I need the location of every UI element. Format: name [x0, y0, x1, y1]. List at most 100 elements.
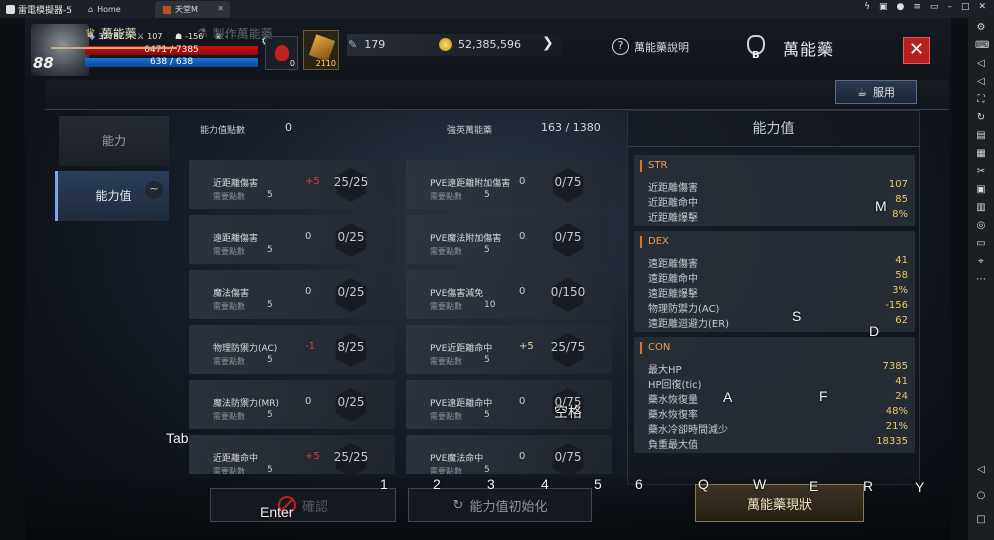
- stat-card[interactable]: PVE魔法附加傷害 需要點數 5 0 0/75: [406, 215, 612, 264]
- stat-card-req-label: 需要點數: [213, 192, 245, 201]
- stat-card[interactable]: 魔法傷害 需要點數 5 0 0/25: [189, 270, 395, 319]
- stat-value: 41: [895, 255, 908, 266]
- stat-card-req-label: 需要點數: [430, 467, 462, 474]
- stat-card[interactable]: 遠距離傷害 需要點數 5 0 0/25: [189, 215, 395, 264]
- elixir-help-button[interactable]: ? 萬能藥說明: [612, 38, 689, 55]
- tab-elixir[interactable]: ♛ 萬能藥: [51, 22, 177, 49]
- back-icon[interactable]: ◁: [975, 464, 987, 476]
- user-icon[interactable]: ●: [897, 2, 905, 12]
- stat-card-grid: 近距離傷害 需要點數 5 +5 25/25 PVE遠距離附加傷害 需要點數 5 0 0/75 遠距離…: [189, 160, 615, 474]
- key-hint-m: M: [875, 198, 887, 214]
- stat-label: 藥水恢復量: [648, 395, 698, 406]
- elixir-value: 163 / 1380: [541, 121, 601, 134]
- shake-icon[interactable]: ◎: [975, 220, 987, 232]
- tab-home[interactable]: ⌂ Home: [80, 1, 152, 18]
- stat-value: 62: [895, 315, 908, 326]
- confirm-button[interactable]: 確認: [210, 488, 396, 522]
- stat-card[interactable]: PVE傷害減免 需要點數 10 0 0/150: [406, 270, 612, 319]
- volume-down-icon[interactable]: ◁: [975, 76, 987, 88]
- sync-icon[interactable]: ▥: [975, 202, 987, 214]
- more-icon[interactable]: ⋯: [975, 274, 987, 286]
- stat-label: 近距離爆擊: [648, 213, 698, 224]
- stat-card-name: PVE遠距離命中: [430, 399, 493, 409]
- stat-value: 48%: [885, 406, 908, 417]
- stat-card-delta: 0: [519, 451, 526, 462]
- stat-card[interactable]: PVE遠距離附加傷害 需要點數 5 0 0/75: [406, 160, 612, 209]
- key-hint-4: 4: [541, 476, 549, 492]
- stat-row: 藥水恢復量 24: [648, 391, 908, 406]
- stat-row: 負重最大值 18335: [648, 436, 908, 451]
- stat-card-req-label: 需要點數: [213, 467, 245, 474]
- bolt-icon[interactable]: ϟ: [864, 2, 870, 12]
- key-hint-y: Y: [915, 479, 925, 495]
- location-icon[interactable]: ⌖: [975, 256, 987, 268]
- restore-icon[interactable]: ▭: [930, 2, 939, 12]
- category-ability[interactable]: 能力: [59, 116, 169, 166]
- minimize-icon[interactable]: –: [947, 2, 952, 12]
- stat-value: 3%: [892, 285, 908, 296]
- stat-row: 近距離爆擊 8%: [648, 209, 908, 224]
- use-elixir-button[interactable]: ☕ 服用: [835, 80, 917, 104]
- stat-card-req-label: 需要點數: [213, 247, 245, 256]
- points-value: 0: [285, 121, 292, 134]
- ability-panel: 能力值 STR 近距離傷害 107 近距離命中 85 近距離爆擊 8% DEX 遠距離傷害 41 遠…: [627, 110, 920, 485]
- tab-game[interactable]: 天堂M ✕: [155, 1, 230, 18]
- stat-group-header: CON: [640, 342, 670, 354]
- key-hint-d: D: [869, 323, 880, 339]
- chevron-right-icon[interactable]: ❯: [542, 35, 554, 51]
- apk-icon[interactable]: ▣: [975, 184, 987, 196]
- rotate-icon[interactable]: ↻: [975, 112, 987, 124]
- stat-card[interactable]: PVE魔法命中 需要點數 5 0 0/75: [406, 435, 612, 474]
- maximize-icon[interactable]: □: [961, 2, 970, 12]
- key-hint-f: F: [819, 388, 828, 404]
- close-button[interactable]: ✕: [903, 37, 930, 64]
- key-hint-e: E: [809, 478, 819, 494]
- stat-card[interactable]: 近距離傷害 需要點數 5 +5 25/25: [189, 160, 395, 209]
- settings-icon[interactable]: ⚙: [975, 22, 987, 34]
- folder-icon[interactable]: ▭: [975, 238, 987, 250]
- window-controls: ϟ ▣ ● ≡ ▭ – □ ✕: [864, 2, 986, 12]
- stat-card[interactable]: PVE近距離命中 需要點數 5 +5 25/75: [406, 325, 612, 374]
- stat-card-name: 近距離命中: [213, 454, 259, 464]
- feather-icon: ✎: [348, 38, 358, 51]
- character-level: 88: [33, 54, 54, 72]
- stat-card[interactable]: 物理防禦力(AC) 需要點數 5 -1 8/25: [189, 325, 395, 374]
- key-hint-space: 空格: [554, 404, 582, 420]
- reset-stats-button[interactable]: ↻ 能力值初始化: [408, 488, 592, 522]
- volume-up-icon[interactable]: ◁: [975, 58, 987, 70]
- stat-card-count: 0/150: [550, 285, 586, 299]
- gold-coin-icon: [439, 38, 452, 51]
- menu-icon[interactable]: ≡: [913, 2, 921, 12]
- key-hint-1: 1: [380, 476, 388, 492]
- category-stats[interactable]: 能力值 ~: [55, 171, 169, 221]
- key-hint-2: 2: [433, 476, 441, 492]
- stat-card[interactable]: 近距離命中 需要點數 5 +5 25/25: [189, 435, 395, 474]
- stat-card[interactable]: 魔法防禦力(MR) 需要點數 5 0 0/25: [189, 380, 395, 429]
- stat-card-count: 0/25: [337, 285, 365, 299]
- stat-card-req-value: 5: [484, 245, 490, 255]
- stat-card-name: PVE遠距離附加傷害: [430, 179, 511, 189]
- recents-icon[interactable]: □: [975, 514, 987, 526]
- gamepad-icon[interactable]: ▣: [879, 2, 888, 12]
- page-title: 萬能藥: [783, 40, 835, 59]
- stat-label: 藥水冷卻時間減少: [648, 425, 728, 436]
- home-nav-icon[interactable]: ○: [975, 490, 987, 502]
- close-tab-icon[interactable]: ✕: [217, 4, 224, 13]
- keyboard-icon[interactable]: ⌨: [975, 40, 989, 52]
- stat-card-count: 8/25: [337, 340, 365, 354]
- scissors-icon[interactable]: ✂: [975, 166, 987, 178]
- stat-group-con: CON 最大HP 7385 HP回復(tic) 41 藥水恢復量 24 藥水恢復率 48% 藥水冷…: [634, 337, 915, 453]
- item-slot[interactable]: 2110: [303, 30, 339, 70]
- tab-craft-elixir[interactable]: ⚗ 製作萬能藥: [197, 22, 273, 44]
- potion-icon: [275, 45, 289, 61]
- stat-card-delta: +5: [305, 451, 320, 462]
- fullscreen-icon[interactable]: ⛶: [975, 94, 987, 106]
- key-hint-enter: Enter: [260, 504, 294, 520]
- stat-card-name: 遠距離傷害: [213, 234, 259, 244]
- record-icon[interactable]: ▦: [975, 148, 987, 160]
- screenshot-icon[interactable]: ▤: [975, 130, 987, 142]
- stat-card-req-value: 10: [484, 300, 496, 310]
- elixir-status-button[interactable]: 萬能藥現狀: [695, 484, 864, 522]
- stat-value: 24: [895, 391, 908, 402]
- close-window-icon[interactable]: ✕: [978, 2, 986, 12]
